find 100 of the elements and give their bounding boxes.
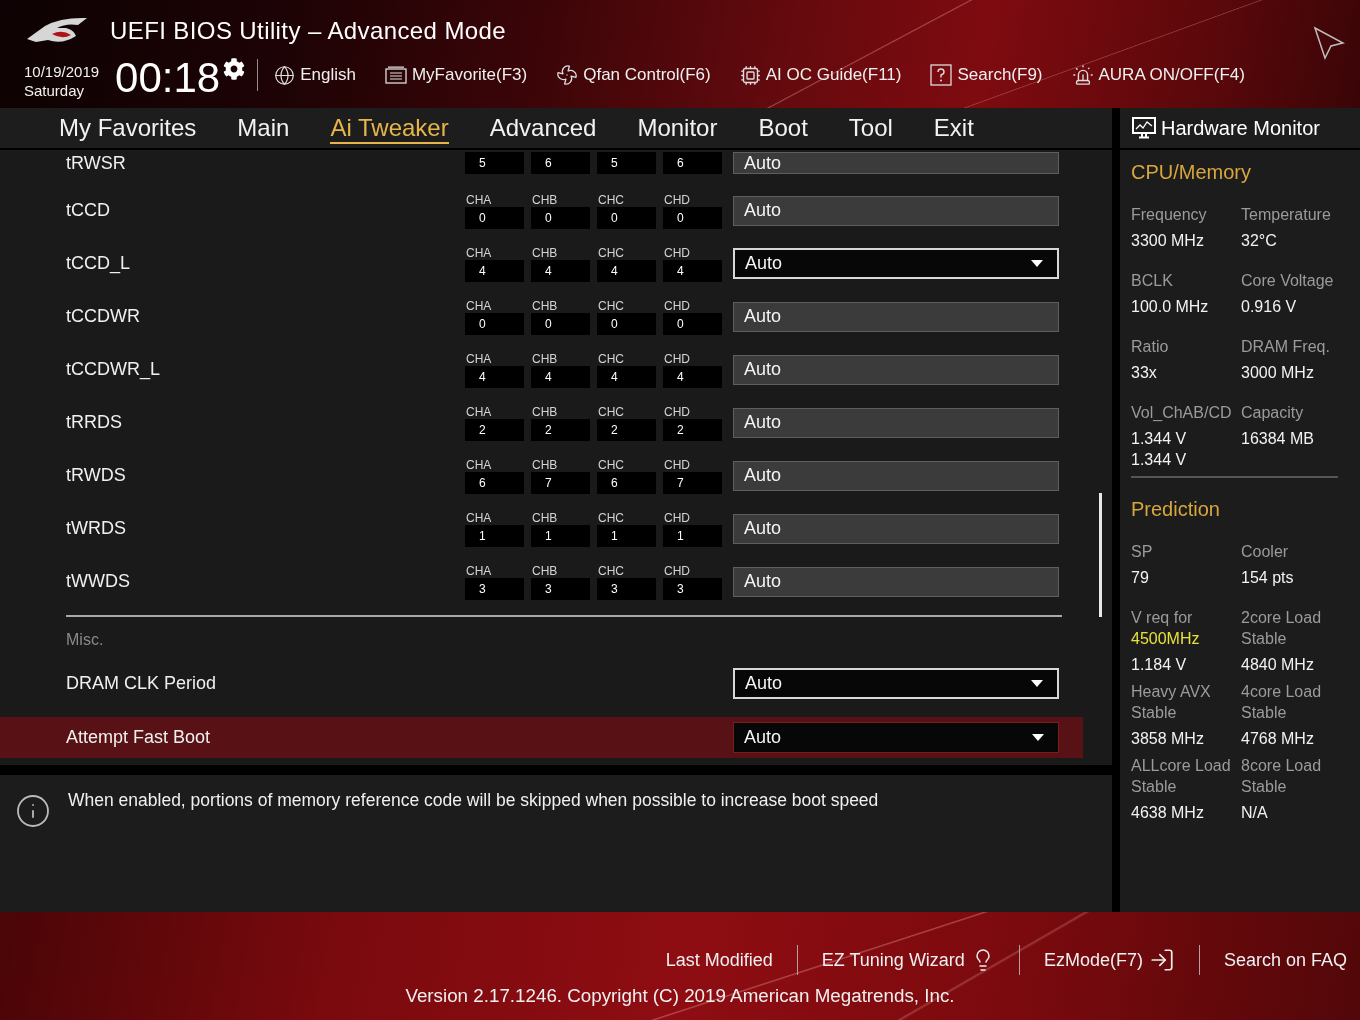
channel-value: 4 [597, 259, 656, 282]
setting-row[interactable]: tCCDWR_L CHA 4 CHB 4 CHC 4 CHD 4 Auto [0, 343, 1083, 396]
channel-value: 3 [531, 577, 590, 600]
channel-value: 0 [663, 312, 722, 335]
channel-value: 0 [531, 206, 590, 229]
sensor-label: Core Voltage [1241, 271, 1334, 291]
channel-value: 1 [597, 524, 656, 547]
toolbar-button[interactable]: Search(F9) [930, 64, 1043, 86]
channel-label: CHC [597, 298, 624, 313]
sensor-value: 32°C [1241, 231, 1277, 251]
footer-link[interactable]: Last Modified [665, 948, 773, 972]
scrollbar-thumb[interactable] [1099, 493, 1102, 617]
channel-label: CHC [597, 563, 624, 578]
setting-label: tRWDS [66, 465, 127, 486]
caret-icon [1031, 260, 1043, 267]
value-field[interactable]: Auto [733, 152, 1059, 174]
footer-link[interactable]: Search on FAQ [1223, 948, 1347, 972]
channel-value: 0 [531, 312, 590, 335]
pointer-icon [1313, 26, 1345, 60]
menu-tab[interactable]: Exit [933, 114, 974, 144]
setting-label: tCCD [66, 200, 111, 221]
value-field[interactable]: Auto [733, 513, 1059, 544]
channel-value: 3 [597, 577, 656, 600]
setting-label: tCCDWR_L [66, 359, 161, 380]
setting-row[interactable]: tWRDS CHA 1 CHB 1 CHC 1 CHD 1 Auto [0, 502, 1083, 555]
sensor-value: 4840 MHz [1241, 655, 1314, 675]
footer-link[interactable]: EzMode(F7) [1043, 947, 1175, 973]
channel-value: 4 [597, 365, 656, 388]
channel-label: CHD [663, 510, 690, 525]
channel-label: CHB [531, 404, 558, 419]
value-field[interactable]: Auto [733, 354, 1059, 385]
setting-row[interactable]: tCCDWR CHA 0 CHB 0 CHC 0 CHD 0 Auto [0, 290, 1083, 343]
setting-label: tWRDS [66, 518, 127, 539]
setting-label: tRWSR [66, 152, 127, 174]
setting-label: Attempt Fast Boot [66, 727, 212, 748]
toolbar-button[interactable]: AURA ON/OFF(F4) [1071, 64, 1245, 86]
dropdown[interactable]: Auto [733, 248, 1059, 279]
channel-value: 2 [531, 418, 590, 441]
settings-icon[interactable] [223, 58, 246, 80]
setting-label: tCCDWR [66, 306, 141, 327]
sensor-label: Vol_ChAB/CD [1131, 403, 1232, 423]
channel-label: CHD [663, 192, 690, 207]
value-field[interactable]: Auto [733, 407, 1059, 438]
menu-tab[interactable]: Main [237, 114, 290, 144]
globe-icon [274, 64, 296, 86]
sensor-value: 0.916 V [1241, 297, 1297, 317]
sensor-label: Capacity [1241, 403, 1304, 423]
value-field[interactable]: Auto [733, 460, 1059, 491]
menu-tab[interactable]: Ai Tweaker [330, 114, 449, 144]
help-text: When enabled, portions of memory reference code will be skipped when possible to increase boot speed [68, 789, 879, 811]
sensor-value: 3300 MHz [1131, 231, 1204, 251]
channel-label: CHA [465, 404, 492, 419]
toolbar-button[interactable]: Qfan Control(F6) [556, 64, 711, 86]
menu-tab[interactable]: Monitor [637, 114, 718, 144]
channel-label: CHC [597, 192, 624, 207]
value-field[interactable]: Auto [733, 301, 1059, 332]
channel-value: 0 [465, 312, 524, 335]
setting-label: tCCD_L [66, 253, 132, 274]
channel-label: CHB [531, 510, 558, 525]
channel-label: CHB [531, 298, 558, 313]
menu-tab[interactable]: Boot [758, 114, 808, 144]
channel-value: 4 [531, 365, 590, 388]
setting-row[interactable]: Attempt Fast Boot Auto [0, 717, 1083, 758]
sensor-value: 4768 MHz [1241, 729, 1314, 749]
sensor-label: Temperature [1241, 205, 1331, 225]
toolbar-button[interactable]: AI OC Guide(F11) [739, 64, 902, 86]
menu-tab[interactable]: My Favorites [59, 114, 197, 144]
list-card-icon [384, 66, 407, 84]
section-title: CPU/Memory [1131, 160, 1251, 185]
question-square-icon [930, 64, 953, 86]
dropdown[interactable]: Auto [733, 667, 1059, 699]
menu-tab[interactable]: Advanced [489, 114, 597, 144]
dropdown[interactable]: Auto [733, 722, 1059, 753]
toolbar-button[interactable]: English [274, 64, 356, 86]
channel-value: 2 [663, 418, 722, 441]
setting-row[interactable]: tWWDS CHA 3 CHB 3 CHC 3 CHD 3 Auto [0, 555, 1083, 608]
sensor-value: 16384 MB [1241, 429, 1314, 449]
setting-row[interactable]: tRWDS CHA 6 CHB 7 CHC 6 CHD 7 Auto [0, 449, 1083, 502]
channel-label: CHA [465, 298, 492, 313]
setting-row[interactable]: tRWSR 5 6 5 6 Auto [0, 150, 1083, 184]
sensor-value: 3858 MHz [1131, 729, 1204, 749]
setting-row[interactable]: tCCD_L CHA 4 CHB 4 CHC 4 CHD 4 Auto [0, 237, 1083, 290]
monitor-chart-icon [1132, 117, 1156, 139]
channel-value: 5 [597, 152, 656, 174]
value-field[interactable]: Auto [733, 566, 1059, 597]
setting-row[interactable]: tRRDS CHA 2 CHB 2 CHC 2 CHD 2 Auto [0, 396, 1083, 449]
setting-row[interactable]: DRAM CLK Period Auto [0, 662, 1083, 704]
toolbar-button[interactable]: MyFavorite(F3) [384, 64, 528, 86]
setting-row[interactable]: tCCD CHA 0 CHB 0 CHC 0 CHD 0 Auto [0, 184, 1083, 237]
sensor-label: 4core Load Stable [1241, 682, 1323, 723]
menu-tab[interactable]: Tool [848, 114, 893, 144]
footer-link[interactable]: EZ Tuning Wizard [821, 948, 995, 972]
channel-value: 4 [663, 259, 722, 282]
sensor-value: 1.344 V [1131, 429, 1187, 449]
sensor-value: 154 pts [1241, 568, 1294, 588]
sensor-label: V req for [1131, 608, 1193, 628]
value-field[interactable]: Auto [733, 195, 1059, 226]
clock-day: Saturday [24, 81, 100, 100]
channel-value: 4 [531, 259, 590, 282]
sensor-value: 1.344 V [1131, 450, 1187, 470]
